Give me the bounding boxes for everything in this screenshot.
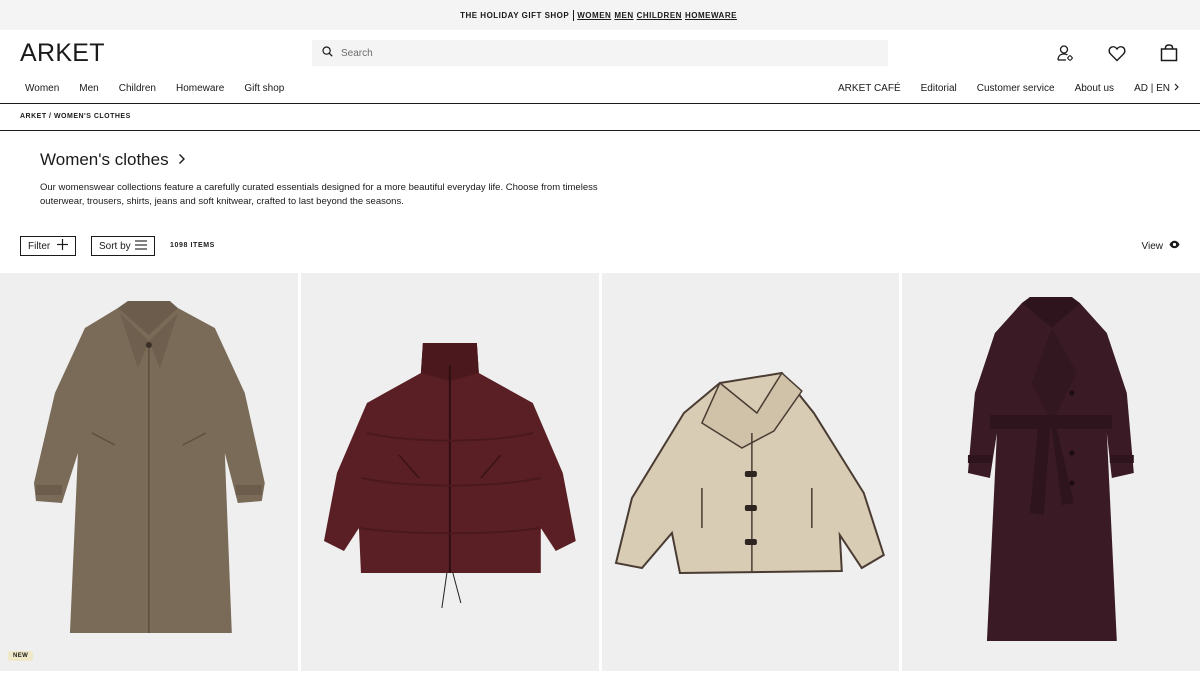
product-burgundy-puffer-jacket xyxy=(323,343,576,609)
search-icon xyxy=(322,44,333,62)
promo-bar: THE HOLIDAY GIFT SHOP WOMEN MEN CHILDREN… xyxy=(0,0,1200,30)
product-card[interactable]: NEW xyxy=(0,273,298,671)
logo[interactable]: ARKET xyxy=(20,41,105,66)
product-card[interactable] xyxy=(300,273,599,671)
view-toggle[interactable]: View xyxy=(1142,240,1181,252)
menu-lines-icon xyxy=(135,239,147,253)
secondary-nav: ARKET CAFÉ Editorial Customer service Ab… xyxy=(838,83,1180,94)
account-icon[interactable] xyxy=(1054,43,1076,63)
heart-icon[interactable] xyxy=(1106,43,1128,63)
page-description: Our womenswear collections feature a car… xyxy=(40,182,598,207)
nav-item-children[interactable]: Children xyxy=(119,83,156,94)
promo-link-children[interactable]: CHILDREN xyxy=(637,11,682,20)
breadcrumb: ARKET / WOMEN'S CLOTHES xyxy=(20,113,131,120)
main-nav: Women Men Children Homeware Gift shop AR… xyxy=(0,78,1200,98)
plus-icon xyxy=(57,239,68,253)
eye-icon xyxy=(1169,240,1180,252)
product-card[interactable] xyxy=(902,273,1200,671)
chevron-right-icon xyxy=(177,150,186,170)
view-label: View xyxy=(1141,240,1164,252)
language-selector[interactable]: AD | EN xyxy=(1134,83,1180,94)
filter-label: Filter xyxy=(28,240,51,252)
product-grid: NEW xyxy=(0,273,1200,671)
nav-item-about-us[interactable]: About us xyxy=(1075,83,1114,94)
sort-button[interactable]: Sort by xyxy=(91,236,155,256)
filter-button[interactable]: Filter xyxy=(20,236,76,256)
nav-item-women[interactable]: Women xyxy=(25,83,59,94)
site-header: ARKET Women Men Children Homeware Gift s… xyxy=(0,30,1200,104)
nav-item-customer-service[interactable]: Customer service xyxy=(977,83,1055,94)
new-badge: NEW xyxy=(8,651,34,661)
nav-item-editorial[interactable]: Editorial xyxy=(921,83,957,94)
listing-controls: Filter Sort by 1098 ITEMS View xyxy=(20,236,1180,256)
breadcrumb-divider xyxy=(0,130,1200,131)
nav-item-arket-cafe[interactable]: ARKET CAFÉ xyxy=(838,83,901,94)
page-title-text: Women's clothes xyxy=(40,150,169,169)
search-input[interactable] xyxy=(341,47,861,59)
chevron-right-icon xyxy=(1173,83,1180,94)
nav-item-homeware[interactable]: Homeware xyxy=(176,83,224,94)
product-card[interactable] xyxy=(601,273,900,671)
nav-item-men[interactable]: Men xyxy=(79,83,98,94)
bag-icon[interactable] xyxy=(1158,43,1180,63)
language-label: AD | EN xyxy=(1134,82,1170,94)
item-count: 1098 ITEMS xyxy=(170,242,215,249)
promo-link-women[interactable]: WOMEN xyxy=(577,11,611,20)
promo-link-homeware[interactable]: HOMEWARE xyxy=(685,11,737,20)
product-burgundy-belted-coat xyxy=(968,297,1135,641)
nav-item-gift-shop[interactable]: Gift shop xyxy=(244,83,284,94)
header-icons xyxy=(1054,43,1180,63)
promo-lead: THE HOLIDAY GIFT SHOP xyxy=(460,10,570,20)
category-nav: Women Men Children Homeware Gift shop xyxy=(25,83,284,94)
promo-separator xyxy=(573,9,575,21)
product-beige-shearling-jacket xyxy=(614,371,885,575)
product-brown-wool-coat xyxy=(33,301,265,633)
header-divider xyxy=(0,103,1200,104)
promo-link-men[interactable]: MEN xyxy=(614,11,633,20)
breadcrumb-text[interactable]: ARKET / WOMEN'S CLOTHES xyxy=(20,113,131,120)
search-bar[interactable] xyxy=(312,40,888,66)
page-title[interactable]: Women's clothes xyxy=(40,150,186,170)
sort-label: Sort by xyxy=(99,240,131,252)
